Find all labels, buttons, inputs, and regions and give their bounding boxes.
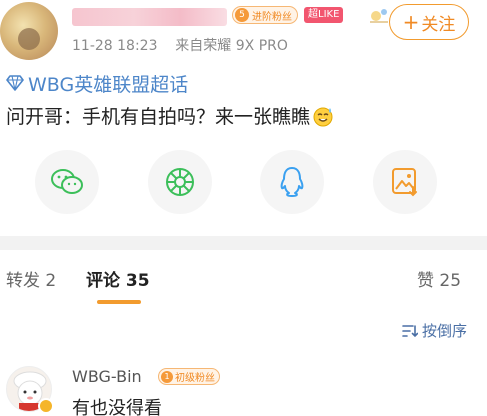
save-image-icon	[392, 168, 417, 197]
sort-order-label: 按倒序	[421, 322, 467, 340]
super-like-badge[interactable]: 超LIKE	[304, 7, 344, 23]
tab-repost[interactable]: 转发 2	[6, 266, 56, 291]
share-moments-button[interactable]	[148, 150, 212, 214]
share-qq-button[interactable]	[260, 150, 324, 214]
fan-level-number: 5	[235, 8, 249, 22]
save-image-button[interactable]	[373, 150, 437, 214]
post-device: 荣耀 9X PRO	[203, 38, 288, 54]
interaction-tabs: 转发 2 评论 35 赞 25	[0, 250, 487, 306]
fan-level-badge[interactable]: 5 进阶粉丝	[232, 6, 298, 24]
commenter-fan-badge[interactable]: 1 初级粉丝	[158, 368, 220, 385]
qq-icon	[280, 167, 304, 197]
comment-item: WBG-Bin 1 初级粉丝 有也没得看	[0, 358, 487, 416]
tab-like[interactable]: 赞 25	[417, 266, 461, 291]
verified-badge-icon	[38, 398, 54, 414]
super-topic-label: WBG英雄联盟超话	[28, 73, 189, 96]
comment-text: 有也没得看	[72, 398, 162, 416]
tab-repost-count: 2	[45, 271, 57, 291]
commenter-fan-label: 初级粉丝	[175, 373, 215, 384]
comment-sort-row: 按倒序	[0, 312, 487, 352]
share-row	[0, 150, 487, 214]
post-source-prefix: 来自	[175, 38, 204, 54]
post-time: 11-28 18:23	[72, 38, 158, 54]
sweat-smile-emoji-icon	[313, 107, 333, 126]
follow-label: 关注	[421, 14, 456, 35]
fan-level-label: 进阶粉丝	[252, 11, 292, 23]
commenter-fan-level: 1	[161, 370, 173, 383]
section-divider	[0, 236, 487, 250]
share-wechat-button[interactable]	[35, 150, 99, 214]
tab-like-label: 赞	[417, 271, 434, 291]
post-text: 问开哥：手机有自拍吗？来一张瞧瞧	[6, 106, 311, 128]
super-topic-link[interactable]: WBG英雄联盟超话	[6, 70, 188, 96]
sticker-icon	[370, 9, 388, 23]
tab-comment[interactable]: 评论 35	[86, 266, 150, 291]
author-name-blurred[interactable]	[72, 8, 227, 26]
active-tab-indicator	[97, 300, 141, 304]
follow-button[interactable]: + 关注	[389, 4, 469, 40]
post-meta: 11-28 18:23 来自荣耀 9X PRO	[72, 35, 288, 55]
sort-icon	[402, 324, 418, 337]
moments-icon	[166, 168, 194, 196]
sort-order-button[interactable]: 按倒序	[402, 320, 467, 341]
post-body: 问开哥：手机有自拍吗？来一张瞧瞧	[6, 102, 334, 129]
tab-like-count: 25	[439, 271, 462, 291]
tab-comment-count: 35	[125, 271, 150, 291]
author-avatar[interactable]	[0, 2, 58, 60]
tab-repost-label: 转发	[6, 271, 40, 291]
wechat-icon	[51, 169, 83, 194]
avatar-blur	[18, 28, 40, 50]
post-header: 5 进阶粉丝 超LIKE 11-28 18:23 来自荣耀 9X PRO + 关…	[0, 0, 487, 62]
commenter-name[interactable]: WBG-Bin	[72, 367, 142, 386]
tab-comment-label: 评论	[86, 271, 120, 291]
plus-icon: +	[402, 10, 420, 34]
diamond-icon	[6, 75, 24, 91]
